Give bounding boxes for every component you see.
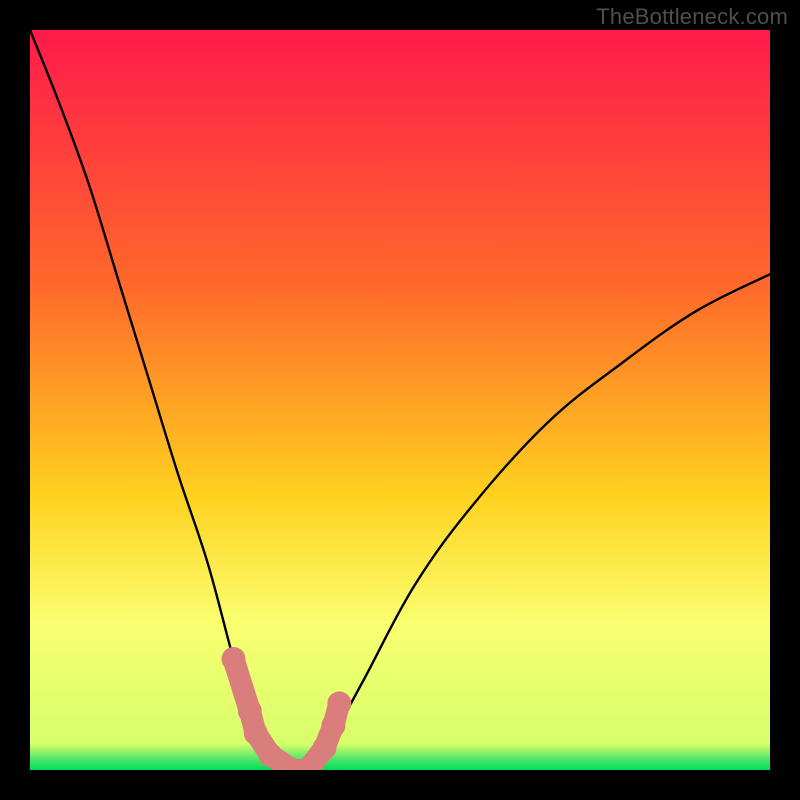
data-marker [313,736,337,760]
data-marker [259,743,283,767]
data-marker [238,699,262,723]
outer-frame: TheBottleneck.com [0,0,800,800]
data-marker [222,647,246,671]
data-marker [244,721,268,745]
curve-layer [30,30,770,770]
marker-group [222,647,352,770]
watermark-text: TheBottleneck.com [596,4,788,30]
data-marker [327,691,351,715]
data-marker [321,714,345,738]
plot-area [30,30,770,770]
bottleneck-curve [30,30,770,770]
